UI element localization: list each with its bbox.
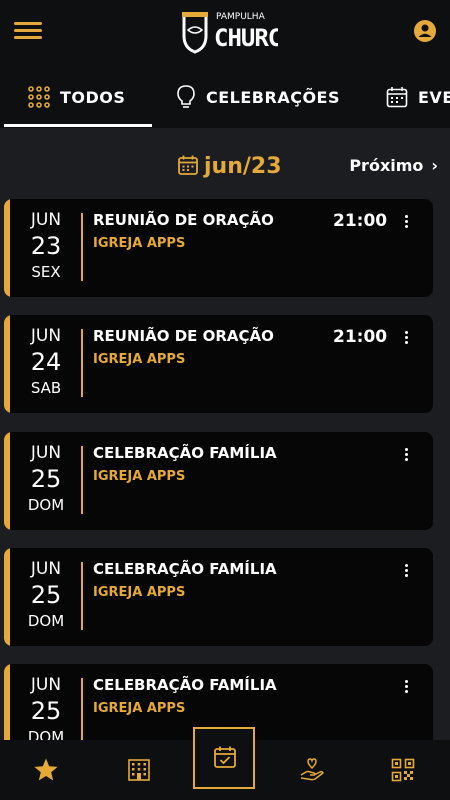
event-date: JUN 25 DOM xyxy=(16,674,76,748)
card-divider xyxy=(81,562,83,630)
month-navigator: jun/23 Próximo › xyxy=(0,146,450,186)
event-month: JUN xyxy=(30,559,62,579)
tab-label: CELEBRAÇÕES xyxy=(206,87,340,107)
event-card[interactable]: JUN 25 DOM CELEBRAÇÃO FAMÍLIA IGREJA APP… xyxy=(4,548,433,646)
profile-icon[interactable] xyxy=(414,20,436,42)
more-options-icon[interactable] xyxy=(398,331,414,351)
event-date: JUN 24 SAB xyxy=(16,325,76,399)
event-church: IGREJA APPS xyxy=(93,352,186,367)
star-icon xyxy=(34,758,58,781)
event-month: JUN xyxy=(30,675,62,695)
event-title: CELEBRAÇÃO FAMÍLIA xyxy=(93,444,277,462)
hand-heart-icon xyxy=(300,758,324,781)
card-divider xyxy=(81,678,83,746)
event-day: 23 xyxy=(30,232,62,260)
next-month-label: Próximo xyxy=(349,156,424,175)
nav-church[interactable] xyxy=(119,750,159,790)
event-day: 24 xyxy=(30,348,62,376)
building-icon xyxy=(128,759,150,781)
current-month-label: jun/23 xyxy=(204,154,282,179)
nav-donations[interactable] xyxy=(292,750,332,790)
calendar-icon xyxy=(178,155,198,175)
more-options-icon[interactable] xyxy=(398,680,414,700)
tab-eventos[interactable]: EVENTOS xyxy=(386,66,450,128)
card-divider xyxy=(81,446,83,514)
card-accent-bar xyxy=(4,432,10,530)
hamburger-menu-icon[interactable] xyxy=(14,18,42,44)
event-date: JUN 25 DOM xyxy=(16,558,76,632)
calendar-icon xyxy=(386,87,408,108)
nav-favorites[interactable] xyxy=(26,750,66,790)
logo-main-text: CHURCH xyxy=(214,24,278,52)
event-weekday: SEX xyxy=(31,263,61,281)
event-date: JUN 23 SEX xyxy=(16,209,76,283)
next-month-button[interactable]: Próximo › xyxy=(349,156,438,175)
event-card[interactable]: JUN 23 SEX REUNIÃO DE ORAÇÃO IGREJA APPS… xyxy=(4,199,433,297)
event-time: 21:00 xyxy=(333,211,388,231)
event-church: IGREJA APPS xyxy=(93,701,186,716)
category-tabs: TODOS CELEBRAÇÕES EVENTOS xyxy=(0,66,450,128)
event-time: 21:00 xyxy=(333,327,388,347)
more-options-icon[interactable] xyxy=(398,215,414,235)
lightbulb-icon xyxy=(177,85,195,108)
event-church: IGREJA APPS xyxy=(93,585,186,600)
event-title: CELEBRAÇÃO FAMÍLIA xyxy=(93,676,277,694)
active-tab-indicator xyxy=(4,124,152,127)
event-day: 25 xyxy=(30,581,62,609)
more-options-icon[interactable] xyxy=(398,564,414,584)
nav-agenda[interactable] xyxy=(193,727,255,789)
event-title: CELEBRAÇÃO FAMÍLIA xyxy=(93,560,277,578)
card-divider xyxy=(81,329,83,397)
event-title: REUNIÃO DE ORAÇÃO xyxy=(93,327,274,345)
event-weekday: DOM xyxy=(27,612,65,630)
card-divider xyxy=(81,213,83,281)
logo-top-text: PAMPULHA xyxy=(216,12,266,22)
church-logo: PAMPULHA CHURCH xyxy=(182,12,278,54)
event-title: REUNIÃO DE ORAÇÃO xyxy=(93,211,274,229)
card-accent-bar xyxy=(4,315,10,413)
event-weekday: DOM xyxy=(27,496,65,514)
top-app-bar: PAMPULHA CHURCH xyxy=(0,0,450,66)
event-church: IGREJA APPS xyxy=(93,236,186,251)
event-month: JUN xyxy=(30,210,62,230)
event-church: IGREJA APPS xyxy=(93,469,186,484)
qr-code-icon xyxy=(391,758,415,782)
tab-todos[interactable]: TODOS xyxy=(28,66,125,128)
more-options-icon[interactable] xyxy=(398,448,414,468)
event-month: JUN xyxy=(30,326,62,346)
calendar-check-icon xyxy=(214,746,236,768)
nav-qr-code[interactable] xyxy=(383,750,423,790)
event-card[interactable]: JUN 24 SAB REUNIÃO DE ORAÇÃO IGREJA APPS… xyxy=(4,315,433,413)
grid-dots-icon xyxy=(28,86,50,108)
tab-label: TODOS xyxy=(60,87,126,107)
tab-label: EVENTOS xyxy=(418,87,450,107)
event-day: 25 xyxy=(30,465,62,493)
chevron-right-icon: › xyxy=(431,156,438,175)
card-accent-bar xyxy=(4,199,10,297)
event-day: 25 xyxy=(30,697,62,725)
event-date: JUN 25 DOM xyxy=(16,442,76,516)
event-month: JUN xyxy=(30,443,62,463)
tab-celebracoes[interactable]: CELEBRAÇÕES xyxy=(176,66,340,128)
event-weekday: SAB xyxy=(30,379,62,397)
card-accent-bar xyxy=(4,548,10,646)
event-card[interactable]: JUN 25 DOM CELEBRAÇÃO FAMÍLIA IGREJA APP… xyxy=(4,432,433,530)
